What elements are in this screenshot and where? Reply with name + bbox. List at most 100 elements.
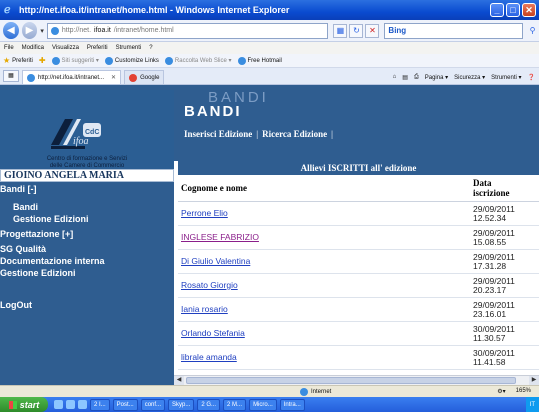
page-title: BANDI: [184, 103, 242, 120]
window-title: http://net.ifoa.it/intranet/home.html - …: [19, 5, 290, 15]
nav-sg-qualita[interactable]: SG Qualità: [0, 243, 174, 255]
taskbar-button[interactable]: Intra...: [279, 398, 305, 411]
fav-suggested-sites[interactable]: Siti suggeriti ▾: [51, 56, 99, 65]
system-tray: IT: [525, 397, 539, 412]
command-bar: ⌂ ▤ ⎙ Pagina ▾ Sicurezza ▾ Strumenti ▾ ❓: [393, 70, 539, 84]
ie-icon: [51, 56, 60, 65]
fav-hotmail-label: Free Hotmail: [247, 57, 282, 64]
student-name-link[interactable]: librale amanda: [178, 345, 470, 370]
quick-launch-icon[interactable]: [66, 400, 75, 409]
close-tab-icon[interactable]: ✕: [111, 74, 116, 81]
url-suffix: /intranet/home.html: [113, 27, 174, 34]
time-value: 17.31.28: [473, 260, 507, 271]
enrollment-date: 30/09/2011 11.30.57: [470, 321, 539, 346]
search-input[interactable]: Bing: [384, 22, 524, 39]
refresh-icon[interactable]: ↻: [349, 23, 364, 38]
tab-google-label: Google: [140, 74, 160, 81]
table-row: INGLESE FABRIZIO 29/09/2011 15.08.55: [178, 225, 539, 250]
fav-free-hotmail[interactable]: Free Hotmail: [237, 56, 282, 65]
forward-button[interactable]: ▶: [21, 22, 38, 39]
start-button[interactable]: start: [0, 397, 48, 412]
student-name-link[interactable]: Rosato Giorgio: [178, 273, 470, 298]
zoom-level[interactable]: 165%: [516, 388, 531, 395]
taskbar-button[interactable]: Micro...: [249, 398, 277, 411]
back-button[interactable]: ◀: [3, 22, 19, 39]
home-icon[interactable]: ⌂: [393, 74, 397, 80]
page-menu[interactable]: Pagina ▾: [425, 74, 448, 81]
menu-preferiti[interactable]: Preferiti: [87, 45, 108, 51]
scroll-left-icon[interactable]: ◀: [174, 376, 184, 385]
help-icon[interactable]: ❓: [528, 74, 535, 81]
tools-menu[interactable]: Strumenti ▾: [491, 74, 521, 81]
nav-gestione-edizioni[interactable]: Gestione Edizioni: [0, 267, 174, 279]
menu-visualizza[interactable]: Visualizza: [52, 45, 79, 51]
fav-web-slice[interactable]: Raccolta Web Slice ▾: [164, 56, 232, 65]
student-name-link[interactable]: Perrone Elio: [178, 201, 470, 226]
print-icon[interactable]: ⎙: [414, 74, 419, 81]
quick-tabs-icon[interactable]: ▦: [3, 70, 19, 82]
taskbar-button[interactable]: 2 M...: [223, 398, 247, 411]
menu-file[interactable]: File: [4, 45, 14, 51]
tab-google[interactable]: Google: [124, 70, 165, 84]
quick-launch-icon[interactable]: [78, 400, 87, 409]
ricerca-edizione-link[interactable]: Ricerca Edizione: [262, 129, 327, 139]
scrollbar-thumb[interactable]: [186, 377, 516, 384]
logo-name: ifoa: [73, 136, 89, 147]
student-name-link[interactable]: INGLESE FABRIZIO: [178, 225, 470, 250]
taskbar-button[interactable]: Post...: [112, 398, 138, 411]
table-row: Orlando Stefania 30/09/2011 11.30.57: [178, 321, 539, 346]
address-input[interactable]: http://net. ifoa.it/intranet/home.html: [46, 22, 329, 39]
close-button[interactable]: ✕: [522, 3, 536, 17]
search-icon[interactable]: ⚲: [526, 23, 539, 39]
safety-menu[interactable]: Sicurezza ▾: [454, 74, 485, 81]
history-dropdown-icon[interactable]: ▾: [40, 27, 44, 35]
ie-icon: [164, 56, 173, 65]
stop-icon[interactable]: ✕: [365, 23, 380, 38]
horizontal-scrollbar[interactable]: ◀ ▶: [174, 375, 539, 385]
taskbar-button[interactable]: conf...: [140, 398, 166, 411]
favorites-label: Preferiti: [12, 57, 33, 64]
enrollment-date: 29/09/2011 15.08.55: [470, 225, 539, 250]
fav-customize-links[interactable]: Customize Links: [104, 56, 159, 65]
google-icon: [129, 73, 138, 82]
table-row: Iania rosario 29/09/2011 23.16.01: [178, 297, 539, 322]
student-name-link[interactable]: Iania rosario: [178, 297, 470, 322]
student-name-link[interactable]: Di Giulio Valentina: [178, 249, 470, 274]
nav-progettazione[interactable]: Progettazione [+]: [0, 228, 174, 240]
nav-gestione-edizioni-sub[interactable]: Gestione Edizioni: [0, 213, 174, 225]
tab-bar: ▦ http://net.ifoa.it/intranet... ✕ Googl…: [0, 68, 539, 85]
taskbar-button[interactable]: 2 G...: [197, 398, 221, 411]
ie-icon: [27, 73, 35, 82]
scroll-right-icon[interactable]: ▶: [529, 376, 539, 385]
inserisci-edizione-link[interactable]: Inserisci Edizione: [184, 129, 252, 139]
nav-bandi[interactable]: Bandi: [0, 201, 174, 213]
favorites-button[interactable]: ★ Preferiti: [3, 56, 33, 65]
tab-intranet[interactable]: http://net.ifoa.it/intranet... ✕: [22, 70, 122, 84]
student-name-link[interactable]: Orlando Stefania: [178, 321, 470, 346]
feeds-icon[interactable]: ▤: [402, 74, 408, 81]
windows-flag-icon: [8, 400, 17, 409]
logout-link[interactable]: LogOut: [0, 299, 174, 311]
taskbar-button[interactable]: Skyp...: [168, 398, 195, 411]
minimize-button[interactable]: _: [490, 3, 504, 17]
time-value: 20.23.17: [473, 284, 507, 295]
menu-strumenti[interactable]: Strumenti: [116, 45, 142, 51]
maximize-button[interactable]: □: [506, 3, 520, 17]
language-indicator[interactable]: IT: [530, 402, 535, 408]
menu-modifica[interactable]: Modifica: [22, 45, 44, 51]
sidebar: CdC ifoa Centro di formazione e Servizi …: [0, 85, 174, 385]
table-row: Di Giulio Valentina 29/09/2011 17.31.28: [178, 249, 539, 274]
menu-help[interactable]: ?: [149, 45, 152, 51]
window-titlebar: ℯ http://net.ifoa.it/intranet/home.html …: [0, 0, 539, 20]
taskbar: start 2 I... Post... conf... Skyp... 2 G…: [0, 397, 539, 412]
protected-mode-icon[interactable]: ⚙▾: [497, 388, 505, 395]
taskbar-button[interactable]: 2 I...: [90, 398, 110, 411]
compatibility-icon[interactable]: ▦: [333, 23, 348, 38]
nav-documentazione-interna[interactable]: Documentazione interna: [0, 255, 174, 267]
svg-text:CdC: CdC: [85, 129, 99, 136]
nav-bandi-toggle[interactable]: Bandi [-]: [0, 183, 174, 195]
quick-launch-icon[interactable]: [54, 400, 63, 409]
add-favorite-icon[interactable]: ✚: [39, 56, 46, 65]
time-value: 23.16.01: [473, 308, 507, 319]
security-zone: Internet: [300, 387, 331, 396]
